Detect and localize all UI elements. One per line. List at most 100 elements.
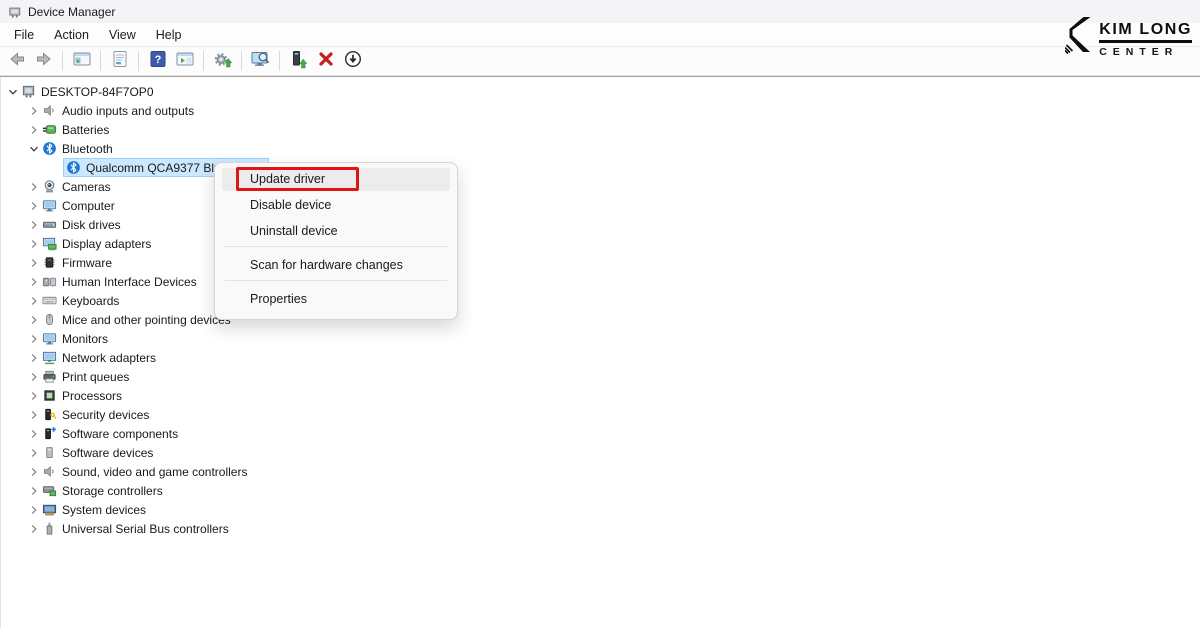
chevron-collapsed-icon[interactable] xyxy=(26,331,42,347)
monitor-icon xyxy=(42,331,57,346)
tree-item-human-interface-devices[interactable]: Human Interface Devices xyxy=(1,272,1200,291)
chevron-collapsed-icon[interactable] xyxy=(26,312,42,328)
menu-file[interactable]: File xyxy=(4,25,44,45)
chevron-collapsed-icon[interactable] xyxy=(26,255,42,271)
context-menu-item-scan-for-hardware-changes[interactable]: Scan for hardware changes xyxy=(215,254,457,277)
tree-item-software-devices[interactable]: Software devices xyxy=(1,443,1200,462)
tree-item-label: Disk drives xyxy=(62,218,121,232)
context-menu-item-update-driver[interactable]: Update driver xyxy=(222,168,450,191)
processor-icon xyxy=(42,388,57,403)
tree-item-label: Human Interface Devices xyxy=(62,275,197,289)
tree-item-processors[interactable]: Processors xyxy=(1,386,1200,405)
tree-item-software-components[interactable]: Software components xyxy=(1,424,1200,443)
tree-item-keyboards[interactable]: Keyboards xyxy=(1,291,1200,310)
brand-subname: CENTER xyxy=(1099,46,1192,58)
tree-item-label: Audio inputs and outputs xyxy=(62,104,194,118)
chevron-collapsed-icon[interactable] xyxy=(26,464,42,480)
toolbar-button-forward-arrow-icon[interactable] xyxy=(31,50,56,73)
chevron-collapsed-icon[interactable] xyxy=(26,179,42,195)
tree-item-audio-inputs-and-outputs[interactable]: Audio inputs and outputs xyxy=(1,101,1200,120)
tree-item-display-adapters[interactable]: Display adapters xyxy=(1,234,1200,253)
chevron-collapsed-icon[interactable] xyxy=(26,217,42,233)
toolbar-button-update-driver-gear-icon[interactable] xyxy=(210,50,235,73)
toolbar-button-properties-icon[interactable] xyxy=(107,50,132,73)
chevron-collapsed-icon[interactable] xyxy=(26,198,42,214)
driver-update-icon xyxy=(289,49,309,74)
tree-item-qualcomm-qca9377-bluetooth[interactable]: Qualcomm QCA9377 Bluetooth xyxy=(1,158,1200,177)
tree-item-firmware[interactable]: Firmware xyxy=(1,253,1200,272)
forward-arrow-icon xyxy=(34,49,54,74)
toolbar-button-driver-update-icon[interactable] xyxy=(286,50,311,73)
chevron-collapsed-icon[interactable] xyxy=(26,502,42,518)
toolbar-button-uninstall-x-icon[interactable] xyxy=(313,50,338,73)
network-icon xyxy=(42,350,57,365)
toolbar-separator xyxy=(203,51,204,71)
mouse-icon xyxy=(42,312,57,327)
chevron-collapsed-icon[interactable] xyxy=(26,445,42,461)
tree-item-mice-and-other-pointing-devices[interactable]: Mice and other pointing devices xyxy=(1,310,1200,329)
tree-item-label: Batteries xyxy=(62,123,109,137)
chevron-collapsed-icon[interactable] xyxy=(26,388,42,404)
back-arrow-icon xyxy=(7,49,27,74)
chevron-collapsed-icon[interactable] xyxy=(26,521,42,537)
context-menu-item-uninstall-device[interactable]: Uninstall device xyxy=(215,220,457,243)
menu-view[interactable]: View xyxy=(99,25,146,45)
chevron-collapsed-icon[interactable] xyxy=(26,236,42,252)
tree-item-monitors[interactable]: Monitors xyxy=(1,329,1200,348)
context-menu-item-properties[interactable]: Properties xyxy=(215,288,457,311)
software-device-icon xyxy=(42,445,57,460)
toolbar-button-action-pane-icon[interactable] xyxy=(172,50,197,73)
menu-action[interactable]: Action xyxy=(44,25,99,45)
chevron-expanded-icon[interactable] xyxy=(5,84,21,100)
usb-icon xyxy=(42,521,57,536)
chevron-collapsed-icon[interactable] xyxy=(26,369,42,385)
tree-item-label: Universal Serial Bus controllers xyxy=(62,522,229,536)
tree-item-label: Keyboards xyxy=(62,294,119,308)
svg-text:?: ? xyxy=(154,54,161,66)
tree-item-desktop-84f7op0[interactable]: DESKTOP-84F7OP0 xyxy=(1,82,1200,101)
tree-item-batteries[interactable]: Batteries xyxy=(1,120,1200,139)
chevron-collapsed-icon[interactable] xyxy=(26,122,42,138)
tree-item-label: Computer xyxy=(62,199,115,213)
tree-item-label: Bluetooth xyxy=(62,142,113,156)
tree-item-bluetooth[interactable]: Bluetooth xyxy=(1,139,1200,158)
chevron-collapsed-icon[interactable] xyxy=(26,274,42,290)
tree-item-system-devices[interactable]: System devices xyxy=(1,500,1200,519)
tree-item-cameras[interactable]: Cameras xyxy=(1,177,1200,196)
tree-item-computer[interactable]: Computer xyxy=(1,196,1200,215)
system-icon xyxy=(42,502,57,517)
tree-item-disk-drives[interactable]: Disk drives xyxy=(1,215,1200,234)
menu-help[interactable]: Help xyxy=(146,25,192,45)
chevron-collapsed-icon[interactable] xyxy=(26,483,42,499)
disk-icon xyxy=(42,217,57,232)
chevron-collapsed-icon[interactable] xyxy=(26,407,42,423)
toolbar-button-disable-device-icon[interactable] xyxy=(340,50,365,73)
tree-item-storage-controllers[interactable]: Storage controllers xyxy=(1,481,1200,500)
sound-icon xyxy=(42,464,57,479)
toolbar-button-back-arrow-icon[interactable] xyxy=(4,50,29,73)
tree-item-label: Firmware xyxy=(62,256,112,270)
toolbar-button-scan-hardware-icon[interactable] xyxy=(248,50,273,73)
storage-icon xyxy=(42,483,57,498)
toolbar-separator xyxy=(279,51,280,71)
tree-item-network-adapters[interactable]: Network adapters xyxy=(1,348,1200,367)
tree-item-print-queues[interactable]: Print queues xyxy=(1,367,1200,386)
context-menu-item-disable-device[interactable]: Disable device xyxy=(215,194,457,217)
properties-icon xyxy=(110,49,130,74)
audio-icon xyxy=(42,103,57,118)
brand-name: KIM LONG xyxy=(1099,21,1192,43)
battery-icon xyxy=(42,122,57,137)
chevron-expanded-icon[interactable] xyxy=(26,141,42,157)
toolbar-separator xyxy=(138,51,139,71)
toolbar-button-console-tree-icon[interactable] xyxy=(69,50,94,73)
toolbar-button-help-icon[interactable]: ? xyxy=(145,50,170,73)
chevron-collapsed-icon[interactable] xyxy=(26,293,42,309)
action-pane-icon xyxy=(175,49,195,74)
chevron-collapsed-icon[interactable] xyxy=(26,426,42,442)
chevron-collapsed-icon[interactable] xyxy=(26,350,42,366)
monitor-icon xyxy=(42,198,57,213)
tree-item-universal-serial-bus-controllers[interactable]: Universal Serial Bus controllers xyxy=(1,519,1200,538)
tree-item-security-devices[interactable]: Security devices xyxy=(1,405,1200,424)
tree-item-sound-video-and-game-controllers[interactable]: Sound, video and game controllers xyxy=(1,462,1200,481)
chevron-collapsed-icon[interactable] xyxy=(26,103,42,119)
